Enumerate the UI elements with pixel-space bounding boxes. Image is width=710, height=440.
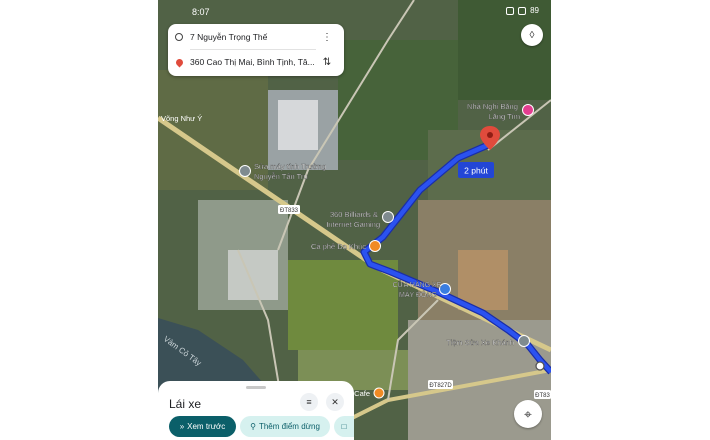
field (288, 260, 398, 350)
poi-billiards-line1: 360 Billiards & (330, 210, 378, 219)
bookmark-icon: □ (341, 422, 347, 431)
poi-billiards-label[interactable]: 360 Billiards & Internet Gaming (326, 210, 380, 229)
poi-bike-repair-label[interactable]: Tiệm Sửa Xe Khánh (446, 338, 514, 347)
layers-icon: ◊ (529, 29, 535, 41)
building-roof (228, 250, 278, 300)
destination-pin-small-icon (168, 57, 190, 67)
notification-icon (506, 6, 515, 15)
my-location-button[interactable]: ⌖ (514, 400, 542, 428)
my-location-icon: ⌖ (524, 405, 532, 422)
sliders-icon: ≡ (306, 397, 312, 407)
add-stop-label: Thêm điểm dừng (258, 422, 320, 431)
poi-repair-line1: Sửa máy tính Trường (254, 162, 326, 171)
layers-button[interactable]: ◊ (521, 24, 543, 46)
cafe-marker-icon[interactable] (369, 240, 381, 252)
origin-field[interactable]: 7 Nguyễn Trọng Thế (190, 32, 316, 42)
road-label-dt833: ĐT833 (280, 208, 299, 214)
poi-cafe-da-khuc-label[interactable]: Cà phê Dạ Khúc (311, 242, 367, 251)
close-button[interactable]: ✕ (326, 393, 344, 411)
cafe-bottom-marker-icon[interactable] (373, 387, 385, 399)
destination-row[interactable]: 360 Cao Thị Mai, Bình Tịnh, Tâ... ⇅ (168, 50, 344, 74)
factory-roof (278, 100, 318, 150)
destination-field[interactable]: 360 Cao Thị Mai, Bình Tịnh, Tâ... (190, 57, 316, 67)
travel-mode-title: Lái xe (169, 397, 202, 411)
more-vert-icon[interactable]: ⋮ (316, 32, 338, 43)
billiards-marker-icon[interactable] (382, 211, 394, 223)
add-stop-icon: ⚲ (250, 422, 256, 431)
duration-label: 2 phút (464, 166, 488, 176)
poi-store-line1: CỬA HÀNG XE (393, 280, 442, 289)
swap-icon[interactable]: ⇅ (316, 57, 338, 68)
save-button[interactable]: □ (334, 416, 354, 437)
origin-circle-icon (168, 33, 190, 41)
poi-vong-nhu-y-label[interactable]: Võng Như Ý (161, 114, 202, 123)
status-bar: 8:07 89 (158, 0, 551, 22)
add-stop-button[interactable]: ⚲ Thêm điểm dừng (240, 416, 330, 437)
sheet-drag-handle[interactable] (246, 386, 266, 389)
bike-repair-marker-icon[interactable] (518, 335, 530, 347)
poi-billiards-line2: Internet Gaming (326, 220, 380, 229)
close-icon: ✕ (331, 396, 339, 407)
preview-button[interactable]: » Xem trước (169, 416, 236, 437)
status-time: 8:07 (192, 7, 210, 17)
status-icons: 89 (506, 6, 539, 15)
route-options-button[interactable]: ≡ (300, 393, 318, 411)
road-label-dt827d: ĐT827D (429, 383, 452, 389)
origin-row[interactable]: 7 Nguyễn Trọng Thế ⋮ (168, 25, 344, 49)
motel-marker-icon[interactable] (522, 104, 534, 116)
poi-motel-line1: Nhà Nghỉ Băng (467, 102, 518, 111)
route-input-card: 7 Nguyễn Trọng Thế ⋮ 360 Cao Thị Mai, Bì… (168, 24, 344, 76)
poi-cafe-bottom-label[interactable]: Cafe (354, 389, 370, 398)
forward-icon: » (179, 422, 185, 431)
directions-sheet: Lái xe ≡ ✕ » Xem trước ⚲ Thêm điểm dừng … (158, 381, 354, 440)
poi-store-line2: MÁY ĐÔNG (399, 290, 437, 299)
battery-level: 89 (530, 6, 539, 15)
repair-marker-icon[interactable] (239, 165, 251, 177)
destination-pin-dot (487, 132, 493, 138)
road-label-dt83: ĐT83 (535, 393, 550, 399)
wifi-icon (518, 6, 527, 15)
preview-label: Xem trước (187, 422, 226, 431)
phone-screen: 2 phút Nhà Nghỉ Băng Lăng Tím Sửa máy tí… (158, 0, 551, 440)
poi-motel-line2: Lăng Tím (488, 112, 520, 121)
route-origin-marker (535, 361, 545, 371)
poi-repair-line2: Nguyễn Tấn Tru (254, 172, 308, 181)
